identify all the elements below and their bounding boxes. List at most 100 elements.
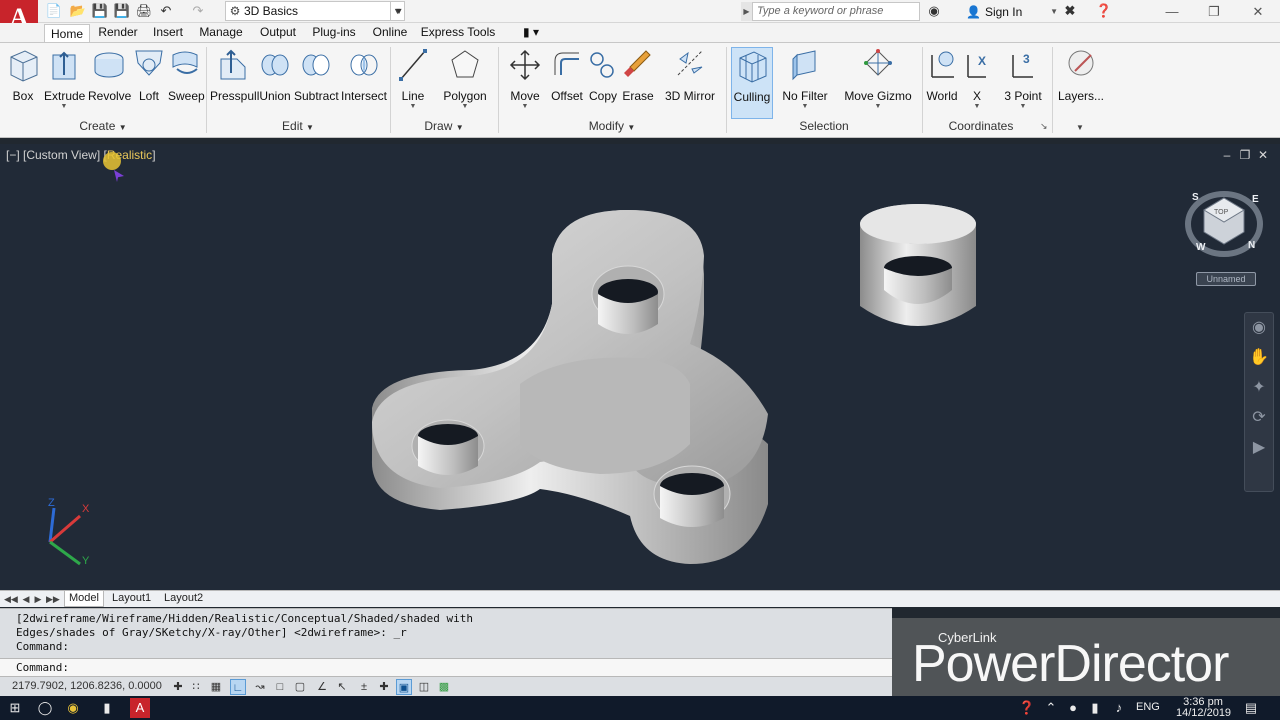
object-snap-icon[interactable]: □ [272, 679, 288, 695]
first-layout-icon[interactable]: ◀◀ [4, 592, 18, 606]
new-file-icon[interactable]: 📄 [46, 3, 62, 19]
offset-button[interactable]: Offset [549, 47, 585, 121]
erase-button[interactable]: Erase [621, 47, 655, 121]
compass-w-label[interactable]: W [1196, 242, 1206, 253]
edit-panel-title[interactable]: Edit ▼ [206, 119, 390, 136]
layers-button[interactable]: Layers... [1058, 47, 1104, 121]
object-snap-tracking-icon[interactable]: ∠ [314, 679, 330, 695]
compass-s-label[interactable]: S [1192, 192, 1199, 203]
tab-express-tools[interactable]: Express Tools [420, 23, 496, 42]
presspull-button[interactable]: Presspull [210, 47, 259, 121]
exchange-icon[interactable]: ✖ [1062, 3, 1078, 19]
file-icon[interactable]: ▮ [96, 698, 118, 718]
compass-n-label[interactable]: N [1248, 240, 1255, 251]
sign-in-button[interactable]: 👤 Sign In ▼ [966, 2, 1058, 21]
polygon-button[interactable]: Polygon ▼ [440, 47, 490, 121]
tab-home[interactable]: Home [44, 24, 90, 43]
modify-panel-title[interactable]: Modify ▼ [498, 119, 726, 136]
quick-properties-icon[interactable]: ◫ [416, 679, 432, 695]
chevron-down-icon[interactable]: ▼ [1076, 123, 1084, 132]
culling-button[interactable]: Culling [731, 47, 773, 119]
loft-button[interactable]: Loft [134, 47, 164, 121]
create-panel-title[interactable]: Create ▼ [0, 119, 206, 136]
undo-icon[interactable]: ↶ [158, 3, 174, 19]
ucs-menu-button[interactable]: Unnamed [1196, 272, 1256, 286]
fidget-spinner-model[interactable] [0, 144, 1280, 590]
customize-quick-access-icon[interactable]: ▼ [391, 3, 407, 19]
workspace-dropdown[interactable]: ⚙ 3D Basics ▼ [225, 1, 405, 21]
ortho-icon[interactable]: ∟ [230, 679, 246, 695]
search-expand-icon[interactable]: ▶ [741, 2, 752, 21]
dynamic-ucs-icon[interactable]: ↖ [334, 679, 350, 695]
orbit-icon[interactable]: ⟳ [1245, 403, 1273, 433]
intersect-button[interactable]: Intersect [341, 47, 387, 121]
autocad-taskbar-icon[interactable]: A [130, 698, 150, 718]
grid-icon[interactable]: ▦ [208, 679, 224, 695]
next-layout-icon[interactable]: ▶ [32, 592, 44, 606]
extrude-button[interactable]: Extrude ▼ [44, 47, 85, 121]
command-input[interactable]: Command: [0, 658, 892, 676]
save-icon[interactable]: 💾 [92, 3, 108, 19]
lineweight-icon[interactable]: ✚ [376, 679, 392, 695]
language-indicator[interactable]: ENG [1136, 701, 1160, 713]
battery-icon[interactable]: ▮ [1084, 698, 1106, 718]
binoculars-icon[interactable]: ◉ [926, 3, 942, 19]
help-icon[interactable]: ❓ [1096, 3, 1112, 19]
viewcube-top-label[interactable]: TOP [1214, 209, 1229, 216]
plot-icon[interactable]: 🖨 [136, 3, 153, 19]
tab-online[interactable]: Online [368, 23, 412, 42]
move-button[interactable]: Move ▼ [506, 47, 544, 121]
box-button[interactable]: Box [6, 47, 40, 121]
coordinates-dialog-launcher-icon[interactable]: ↘ [1040, 121, 1048, 132]
clock[interactable]: 3:36 pm 14/12/2019 [1176, 697, 1231, 719]
zoom-icon[interactable]: ✦ [1245, 373, 1273, 403]
revolve-button[interactable]: Revolve [88, 47, 131, 121]
tab-plug-ins[interactable]: Plug-ins [308, 23, 360, 42]
showmotion-icon[interactable]: ▶ [1245, 433, 1273, 463]
chevron-up-icon[interactable]: ⌃ [1040, 698, 1062, 718]
x-ucs-button[interactable]: X X ▼ [962, 47, 992, 121]
minimize-icon[interactable]: — [1150, 0, 1194, 23]
dynamic-input-icon[interactable]: ± [356, 679, 372, 695]
pan-hand-icon[interactable]: ✋ [1245, 343, 1273, 373]
notification-icon[interactable]: ▤ [1240, 698, 1262, 718]
world-ucs-button[interactable]: World [924, 47, 960, 121]
copy-button[interactable]: Copy [587, 47, 619, 121]
transparency-icon[interactable]: ▣ [396, 679, 412, 695]
3d-mirror-button[interactable]: 3D Mirror [664, 47, 716, 121]
chrome-icon[interactable]: ◉ [62, 698, 84, 718]
ribbon-display-toggle-icon[interactable]: ▮ ▾ [516, 23, 546, 42]
save-as-icon[interactable]: 💾 [114, 3, 130, 19]
selection-cycling-icon[interactable]: ▩ [436, 679, 452, 695]
union-button[interactable]: Union [258, 47, 292, 121]
redo-icon[interactable]: ↷ [190, 3, 206, 19]
snap-icon[interactable]: ∷ [188, 679, 204, 695]
microphone-icon[interactable]: ● [1062, 698, 1084, 718]
coordinates-readout[interactable]: 2179.7902, 1206.8236, 0.0000 [12, 680, 162, 692]
tab-manage[interactable]: Manage [196, 23, 246, 42]
prev-layout-icon[interactable]: ◀ [20, 592, 32, 606]
tab-output[interactable]: Output [256, 23, 300, 42]
start-windows-icon[interactable]: ⊞ [4, 698, 26, 718]
close-icon[interactable]: ✕ [1236, 0, 1280, 23]
line-button[interactable]: Line ▼ [396, 47, 430, 121]
search-icon[interactable]: ◯ [34, 698, 56, 718]
subtract-button[interactable]: Subtract [294, 47, 339, 121]
3d-osnap-icon[interactable]: ▢ [292, 679, 308, 695]
speaker-icon[interactable]: ♪ [1108, 698, 1130, 718]
move-gizmo-button[interactable]: Move Gizmo ▼ [842, 47, 914, 121]
tab-model[interactable]: Model [64, 591, 104, 607]
viewcube[interactable]: TOP S E W N [1184, 184, 1264, 264]
last-layout-icon[interactable]: ▶▶ [46, 592, 60, 606]
sweep-button[interactable]: Sweep [168, 47, 205, 121]
3-point-ucs-button[interactable]: 3 3 Point ▼ [1002, 47, 1044, 121]
search-input[interactable]: Type a keyword or phrase [752, 2, 920, 21]
compass-e-label[interactable]: E [1252, 194, 1259, 205]
polar-icon[interactable]: ↝ [252, 679, 268, 695]
help-icon[interactable]: ❓ [1016, 698, 1038, 718]
tab-render[interactable]: Render [96, 23, 140, 42]
tab-layout1[interactable]: Layout1 [108, 591, 155, 607]
drawing-viewport[interactable]: [−] [Custom View] [Realistic] – ❐ ✕ TOP … [0, 144, 1280, 590]
no-filter-button[interactable]: No Filter ▼ [780, 47, 830, 121]
tab-insert[interactable]: Insert [148, 23, 188, 42]
